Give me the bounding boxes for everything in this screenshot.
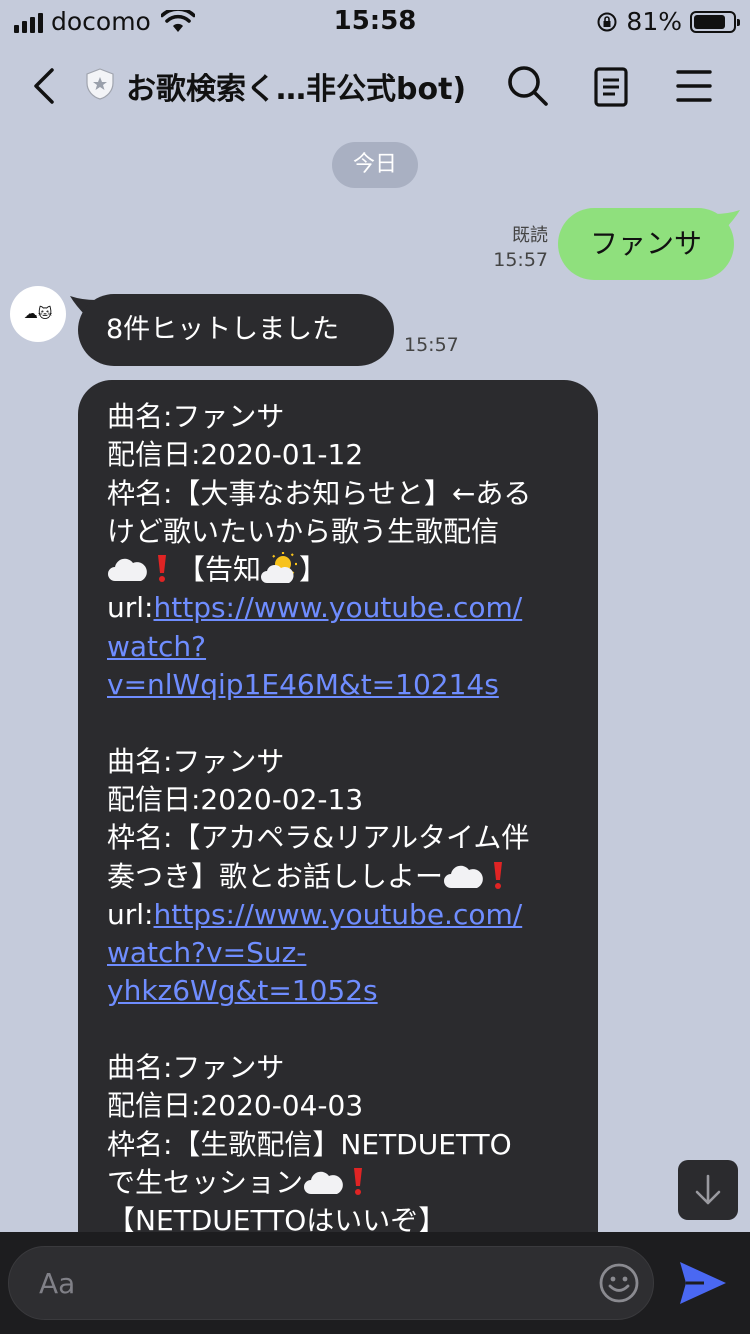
song-name: 曲名:ファンサ	[107, 400, 285, 433]
youtube-link-cont[interactable]: watch?v=Suz-	[107, 934, 578, 972]
status-bar: docomo 15:58 81%	[0, 0, 750, 40]
sent-message-meta: 既読 15:57	[493, 224, 548, 272]
search-icon[interactable]	[504, 62, 552, 110]
bot-avatar[interactable]: ☁🐱	[10, 286, 66, 342]
url-label: url:	[107, 591, 154, 625]
result-item-2: 曲名:ファンサ 配信日:2020-02-13 枠名:【アカペラ&リアルタイム伴 …	[107, 743, 578, 1011]
scroll-to-bottom-button[interactable]	[678, 1160, 738, 1220]
stream-title-line: 奏つき】歌とお話ししよー	[107, 858, 578, 896]
stream-title-line: で生セッション	[107, 1164, 578, 1202]
youtube-link-cont[interactable]: watch?	[107, 628, 578, 666]
cloud-icon	[108, 558, 147, 582]
chat-title: お歌検索く…非公式bot)	[126, 72, 467, 107]
battery-percent: 81%	[626, 7, 682, 36]
notes-icon[interactable]	[587, 62, 635, 110]
arrow-down-icon	[695, 1174, 721, 1205]
exclamation-icon	[354, 1167, 363, 1195]
received-message-bubble[interactable]: 8件ヒットしました	[78, 294, 394, 366]
shield-star-icon	[86, 68, 114, 100]
hamburger-menu-icon[interactable]	[670, 62, 718, 110]
song-name: 曲名:ファンサ	[107, 744, 285, 778]
cloud-icon	[444, 865, 483, 888]
url-label: url:	[107, 897, 154, 931]
youtube-link-cont[interactable]: v=nlWqip1E46M&t=10214s	[107, 666, 578, 704]
search-results-bubble[interactable]: 曲名:ファンサ 配信日:2020-01-12 枠名:【大事なお知らせと】←ある …	[78, 380, 598, 1280]
read-receipt: 既読	[512, 225, 548, 246]
input-placeholder: Aa	[39, 1267, 76, 1300]
stream-title-line: 枠名:【大事なお知らせと】←ある	[107, 476, 532, 510]
stream-date: 配信日:2020-01-12	[107, 438, 364, 472]
battery-icon	[690, 10, 740, 33]
message-input[interactable]: Aa	[8, 1246, 654, 1320]
youtube-link-cont[interactable]: yhkz6Wg&t=1052s	[107, 972, 578, 1010]
sun-behind-cloud-icon	[261, 552, 298, 584]
stream-title-line: 【告知】	[107, 551, 578, 589]
sent-message-bubble[interactable]: ファンサ	[558, 208, 734, 280]
message-input-bar: Aa	[0, 1232, 750, 1334]
stream-date: 配信日:2020-02-13	[107, 782, 364, 816]
stream-title-line: 枠名:【生歌配信】NETDUETTO	[107, 1127, 512, 1161]
song-name: 曲名:ファンサ	[107, 1051, 285, 1085]
rotation-lock-icon	[597, 12, 617, 31]
result-item-1: 曲名:ファンサ 配信日:2020-01-12 枠名:【大事なお知らせと】←ある …	[107, 398, 578, 704]
chat-header: お歌検索く…非公式bot)	[0, 48, 750, 124]
sent-time: 15:57	[493, 249, 548, 271]
stream-title-line: けど歌いたいから歌う生歌配信	[107, 514, 500, 548]
cloud-icon	[304, 1171, 343, 1194]
date-separator: 今日	[332, 142, 418, 188]
stream-date: 配信日:2020-04-03	[107, 1089, 364, 1123]
exclamation-icon	[494, 861, 503, 889]
received-time: 15:57	[404, 334, 459, 356]
back-chevron-icon[interactable]	[22, 62, 66, 110]
smiley-icon[interactable]	[597, 1261, 641, 1305]
youtube-link[interactable]: https://www.youtube.com/	[153, 591, 522, 624]
exclamation-icon	[158, 555, 166, 583]
result-item-3: 曲名:ファンサ 配信日:2020-04-03 枠名:【生歌配信】NETDUETT…	[107, 1049, 578, 1240]
send-icon[interactable]	[676, 1258, 730, 1308]
stream-title-line: 枠名:【アカペラ&リアルタイム伴	[107, 821, 530, 855]
youtube-link[interactable]: https://www.youtube.com/	[153, 898, 522, 931]
